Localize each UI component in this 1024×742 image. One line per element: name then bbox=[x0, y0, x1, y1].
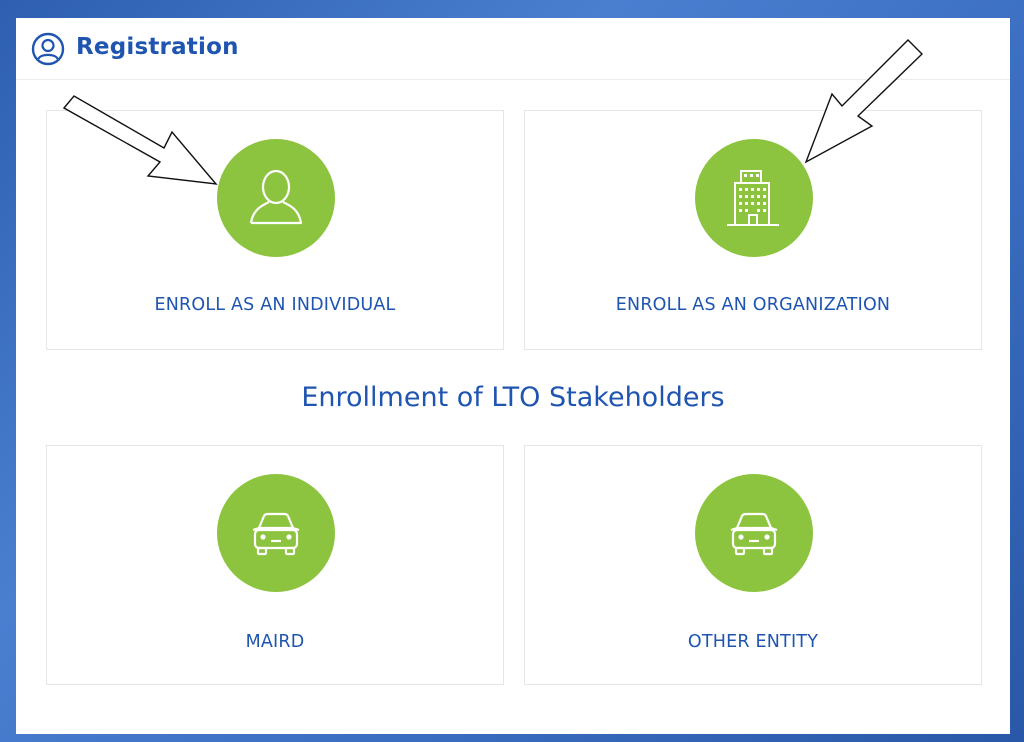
organization-icon-circle bbox=[695, 139, 813, 257]
other-entity-card[interactable]: OTHER ENTITY bbox=[524, 445, 982, 685]
car-icon bbox=[252, 512, 300, 556]
maird-icon-circle bbox=[217, 474, 335, 592]
car-icon bbox=[730, 512, 778, 556]
enroll-individual-label: ENROLL AS AN INDIVIDUAL bbox=[154, 295, 396, 315]
pointer-arrow-icon bbox=[804, 39, 923, 164]
building-icon bbox=[727, 170, 779, 226]
section-title: Enrollment of LTO Stakeholders bbox=[301, 382, 725, 413]
enroll-organization-label: ENROLL AS AN ORGANIZATION bbox=[615, 295, 891, 315]
person-icon bbox=[249, 169, 303, 225]
maird-label: MAIRD bbox=[245, 632, 305, 652]
page-title: Registration bbox=[76, 34, 239, 60]
user-circle-icon bbox=[31, 32, 65, 66]
pointer-arrow-icon bbox=[62, 95, 218, 185]
other-entity-label: OTHER ENTITY bbox=[687, 632, 819, 652]
other-entity-icon-circle bbox=[695, 474, 813, 592]
maird-card[interactable]: MAIRD bbox=[46, 445, 504, 685]
individual-icon-circle bbox=[217, 139, 335, 257]
